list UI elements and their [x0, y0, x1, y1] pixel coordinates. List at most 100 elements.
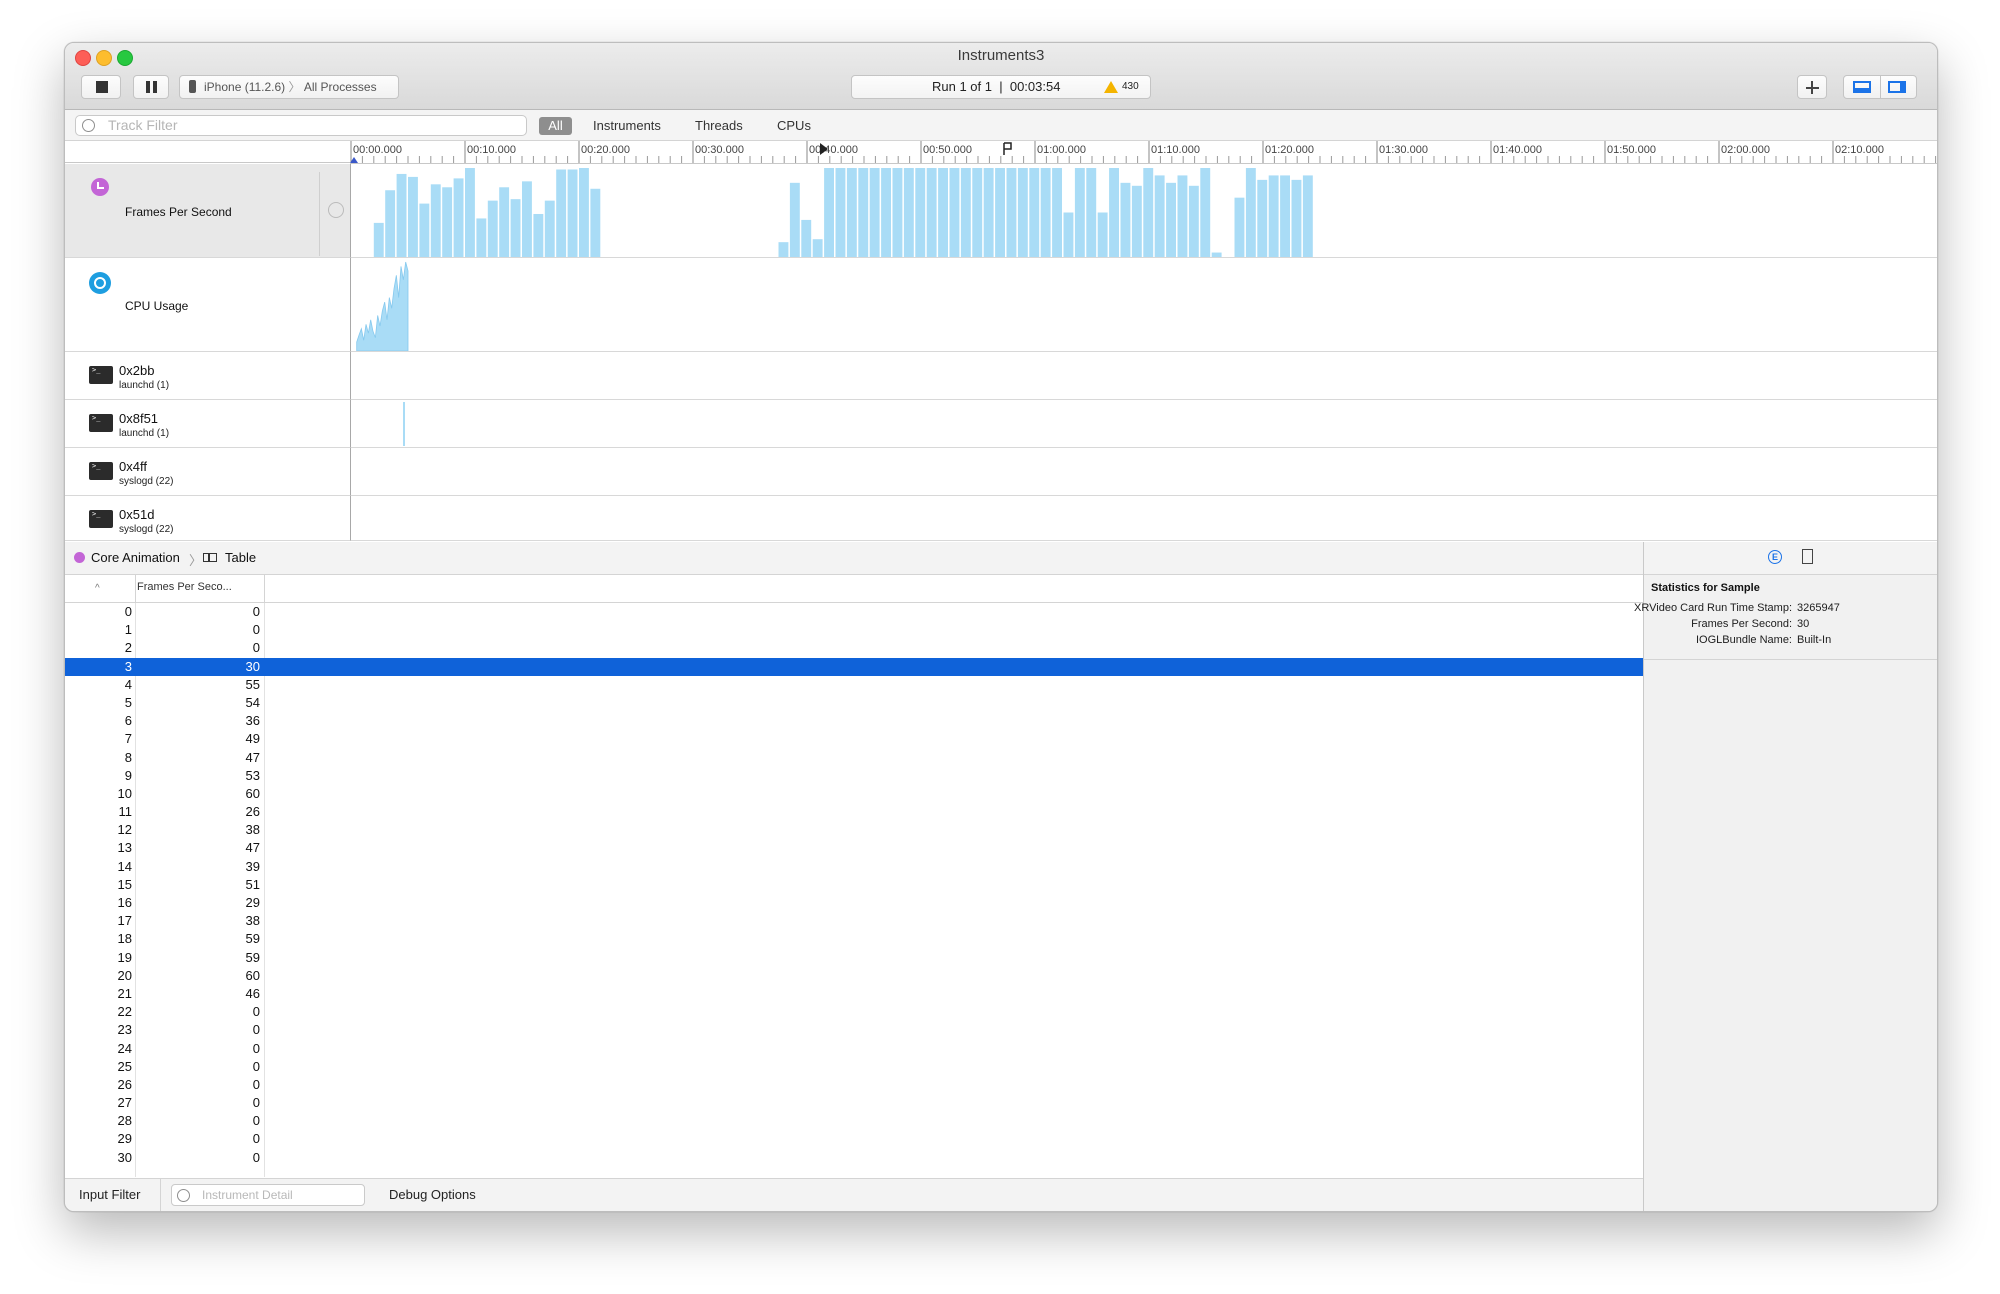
fps-bar	[465, 168, 475, 257]
row-fps-value: 39	[245, 858, 260, 874]
table-row[interactable]: 18 59	[65, 930, 1643, 948]
thread-track-header[interactable]: 0x2bb launchd (1)	[65, 352, 350, 400]
warning-icon[interactable]	[1104, 81, 1118, 93]
track-filter-placeholder: Track Filter	[108, 117, 178, 133]
track-header-cpu[interactable]: CPU Usage	[65, 258, 350, 352]
table-row[interactable]: 21 46	[65, 985, 1643, 1003]
warning-count[interactable]: 430	[1122, 76, 1139, 98]
table-row[interactable]: 10 60	[65, 785, 1643, 803]
debug-options-button[interactable]: Debug Options	[389, 1187, 476, 1202]
stop-recording-button[interactable]	[81, 75, 121, 99]
table-row[interactable]: 14 39	[65, 858, 1643, 876]
fps-bar	[1166, 182, 1176, 257]
fps-bar	[1109, 168, 1119, 257]
document-icon[interactable]	[1802, 549, 1813, 564]
instrument-detail-filter-input[interactable]: Instrument Detail	[171, 1184, 365, 1206]
thread-track-header[interactable]: 0x4ff syslogd (22)	[65, 448, 350, 496]
row-index: 28	[117, 1113, 132, 1129]
jumpbar-view[interactable]: Table	[225, 550, 256, 565]
table-row[interactable]: 00	[65, 603, 1643, 621]
table-row[interactable]: 9 53	[65, 767, 1643, 785]
instrument-detail-placeholder: Instrument Detail	[202, 1188, 293, 1202]
table-row[interactable]: 11 26	[65, 803, 1643, 821]
fps-bar	[1086, 168, 1097, 257]
thread-track-graph[interactable]	[350, 496, 1937, 541]
table-row[interactable]: 20 60	[65, 967, 1643, 985]
row-fps-value: 46	[245, 985, 260, 1001]
filter-tab-threads[interactable]: Threads	[695, 117, 743, 135]
ruler-tick-label: 02:10.000	[1835, 144, 1884, 156]
track-graph-cpu[interactable]	[350, 258, 1937, 352]
table-row[interactable]: 28 0	[65, 1112, 1643, 1130]
table-icon	[203, 553, 217, 562]
flag-icon[interactable]	[1003, 142, 1012, 155]
table-row[interactable]: 22 0	[65, 1003, 1643, 1021]
toggle-inspector-icon[interactable]	[1888, 81, 1906, 93]
add-instrument-button[interactable]	[1797, 75, 1827, 99]
table-row[interactable]: 25 0	[65, 1058, 1643, 1076]
row-fps-value: 0	[252, 604, 260, 619]
table-row[interactable]: 26 0	[65, 1076, 1643, 1094]
table-row[interactable]: 27 0	[65, 1094, 1643, 1112]
row-fps-value: 0	[252, 1004, 260, 1020]
terminal-thread-icon	[89, 510, 113, 528]
fps-bar	[960, 168, 971, 257]
ruler-tick-label: 01:00.000	[1037, 144, 1086, 156]
row-fps-value: 53	[245, 767, 260, 783]
row-index: 8	[124, 749, 132, 765]
table-row[interactable]: 16 29	[65, 894, 1643, 912]
table-row[interactable]: 24 0	[65, 1040, 1643, 1058]
thread-track-header[interactable]: 0x8f51 launchd (1)	[65, 400, 350, 448]
toggle-detail-area-icon[interactable]	[1853, 81, 1871, 93]
filter-tab-all[interactable]: All	[539, 117, 572, 135]
track-header-fps[interactable]: Frames Per Second	[65, 164, 350, 258]
time-ruler[interactable]: 00:00.000 00:10.000 00:20.000 00:30.000 00:4…	[350, 141, 1937, 164]
fps-bar	[801, 219, 812, 257]
table-row[interactable]: 30 0	[65, 1149, 1643, 1167]
table-row[interactable]: 15 51	[65, 876, 1643, 894]
sort-ascending-icon[interactable]: ^	[95, 583, 100, 594]
iphone-icon	[189, 80, 196, 93]
table-row[interactable]: 10	[65, 621, 1643, 639]
row-index: 6	[124, 713, 132, 729]
extended-detail-icon[interactable]: E	[1768, 550, 1782, 564]
track-filter-input[interactable]: Track Filter	[75, 115, 527, 136]
table-row[interactable]: 23 0	[65, 1021, 1643, 1039]
row-index: 22	[117, 1004, 132, 1020]
column-header-fps[interactable]: Frames Per Seco...	[137, 581, 265, 601]
table-row[interactable]: 17 38	[65, 912, 1643, 930]
add-track-icon[interactable]	[328, 202, 344, 218]
run-status[interactable]: Run 1 of 1 | 00:03:54 430	[851, 75, 1151, 99]
pause-recording-button[interactable]	[133, 75, 169, 99]
stat-key: Frames Per Second:	[1691, 618, 1792, 630]
table-row[interactable]: 7 49	[65, 730, 1643, 748]
fps-bar	[1280, 175, 1290, 257]
table-row[interactable]: 29 0	[65, 1130, 1643, 1148]
filter-tab-cpus[interactable]: CPUs	[777, 117, 811, 135]
table-row[interactable]: 8 47	[65, 749, 1643, 767]
track-graph-fps[interactable]	[350, 164, 1937, 258]
fps-bar	[453, 178, 464, 257]
table-row[interactable]: 6 36	[65, 712, 1643, 730]
table-row[interactable]: 4 55	[65, 676, 1643, 694]
thread-track-header[interactable]: 0x51d syslogd (22)	[65, 496, 350, 541]
fps-bar	[938, 168, 948, 257]
thread-track-graph[interactable]	[350, 352, 1937, 400]
table-row[interactable]: 19 59	[65, 949, 1643, 967]
fps-bar	[869, 168, 880, 257]
target-selector[interactable]: iPhone (11.2.6) 〉 All Processes	[179, 75, 399, 99]
table-row[interactable]: 20	[65, 639, 1643, 657]
row-index: 16	[117, 895, 132, 910]
table-row[interactable]: 13 47	[65, 839, 1643, 857]
row-fps-value: 60	[245, 785, 260, 801]
fps-bar	[487, 200, 498, 257]
input-filter-button[interactable]: Input Filter	[79, 1187, 140, 1202]
table-row[interactable]: 12 38	[65, 821, 1643, 839]
thread-track-graph[interactable]	[350, 448, 1937, 496]
thread-track-graph[interactable]	[350, 400, 1937, 448]
filter-tab-instruments[interactable]: Instruments	[593, 117, 661, 135]
table-row-selected[interactable]: 3 30	[65, 657, 1643, 676]
jumpbar-instrument[interactable]: Core Animation	[91, 550, 180, 565]
table-row[interactable]: 5 54	[65, 694, 1643, 712]
ruler-tick-label: 01:50.000	[1607, 144, 1656, 156]
